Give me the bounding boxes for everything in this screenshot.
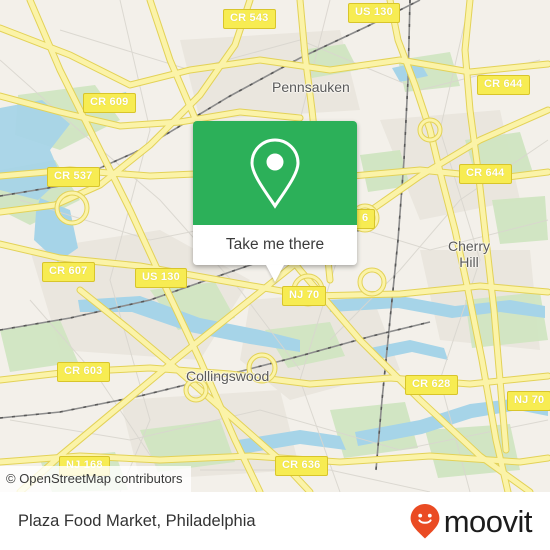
moovit-pin-icon [410, 504, 440, 539]
location-popup[interactable]: Take me there [193, 121, 357, 282]
place-label: Cherry Hill [448, 238, 491, 270]
moovit-brand[interactable]: moovit [408, 502, 533, 540]
place-label: Pennsauken [272, 79, 350, 95]
location-pin-icon [250, 138, 300, 209]
road-shield[interactable]: CR 609 [83, 93, 136, 113]
take-me-there-label: Take me there [225, 236, 325, 253]
screenshot-root: CR 543 US 130 CR 644 CR 609 CR 537 CR 644 6 CR … [0, 0, 550, 550]
place-title: Plaza Food Market, Philadelphia [18, 511, 256, 530]
road-shield[interactable]: CR 644 [477, 75, 530, 95]
place-label: Collingswood [186, 368, 270, 384]
popup-pin-area [193, 121, 357, 225]
moovit-wordmark: moovit [443, 503, 533, 539]
map-attribution[interactable]: © OpenStreetMap contributors [0, 466, 191, 492]
road-shield[interactable]: NJ 70 [507, 391, 550, 411]
road-shield[interactable]: CR 636 [275, 456, 328, 476]
road-shield[interactable]: US 130 [135, 268, 187, 288]
take-me-there-button[interactable]: Take me there [193, 225, 357, 265]
road-shield[interactable]: CR 628 [405, 375, 458, 395]
road-shield[interactable]: CR 603 [57, 362, 110, 382]
road-shield[interactable]: CR 607 [42, 262, 95, 282]
road-shield[interactable]: 6 [355, 209, 376, 229]
road-shield[interactable]: CR 537 [47, 167, 100, 187]
footer-bar: Plaza Food Market, Philadelphia moovit [0, 492, 550, 550]
popup-tail [266, 265, 284, 282]
road-shield[interactable]: US 130 [348, 3, 400, 23]
road-shield[interactable]: CR 644 [459, 164, 512, 184]
road-shield[interactable]: NJ 70 [282, 286, 327, 306]
road-shield[interactable]: CR 543 [223, 9, 276, 29]
map-canvas[interactable]: CR 543 US 130 CR 644 CR 609 CR 537 CR 644 6 CR … [0, 0, 550, 492]
